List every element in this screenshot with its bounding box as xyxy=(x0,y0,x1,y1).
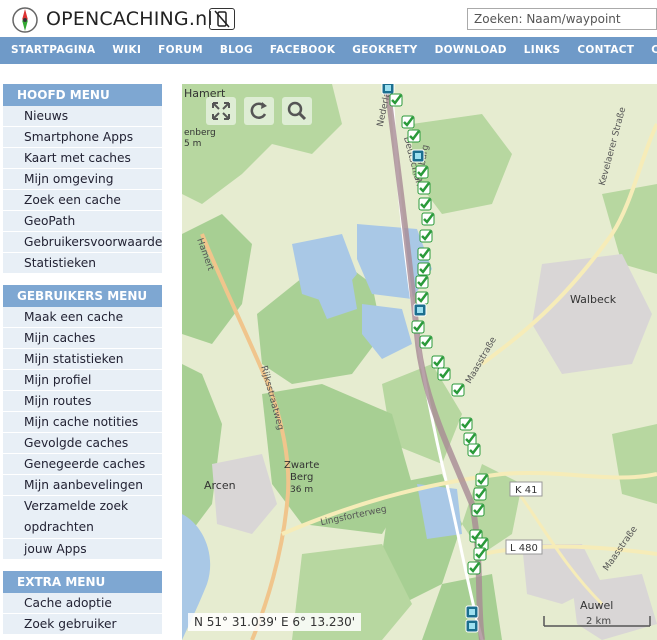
cache-marker-box[interactable] xyxy=(411,149,425,163)
cache-marker-found[interactable] xyxy=(419,335,433,349)
map-canvas[interactable]: Hamert enberg 5 m Nederland Deutschland … xyxy=(182,84,657,640)
cache-marker-found[interactable] xyxy=(473,547,487,561)
menu-item-zoek-gebruiker[interactable]: Zoek gebruiker xyxy=(3,614,162,635)
menu-item-zoek-cache[interactable]: Zoek een cache xyxy=(3,190,162,211)
cache-marker-found[interactable] xyxy=(389,93,403,107)
fullscreen-icon xyxy=(212,102,230,120)
scale-label: 2 km xyxy=(586,616,611,627)
extra-menu-title: EXTRA MENU xyxy=(3,571,162,593)
nav-wiki[interactable]: WIKI xyxy=(112,37,141,64)
map-label-berg-m: 5 m xyxy=(184,139,201,149)
opencaching-logo-icon[interactable] xyxy=(10,5,40,35)
map-label-zwarte-m: 36 m xyxy=(290,485,313,495)
menu-item-zoekopdrachten[interactable]: Verzamelde zoek opdrachten xyxy=(3,496,162,539)
cache-marker-found[interactable] xyxy=(415,291,429,305)
menu-item-nieuws[interactable]: Nieuws xyxy=(3,106,162,127)
fullscreen-button[interactable] xyxy=(206,97,236,125)
cache-map[interactable]: Hamert enberg 5 m Nederland Deutschland … xyxy=(182,84,657,640)
menu-item-mijn-profiel[interactable]: Mijn profiel xyxy=(3,370,162,391)
menu-item-apps[interactable]: jouw Apps xyxy=(3,539,162,560)
cache-marker-found[interactable] xyxy=(417,247,431,261)
menu-item-gevolgde-caches[interactable]: Gevolgde caches xyxy=(3,433,162,454)
nav-download[interactable]: DOWNLOAD xyxy=(435,37,507,64)
cache-marker-found[interactable] xyxy=(419,229,433,243)
map-label-arcen: Arcen xyxy=(204,479,236,492)
nav-geokrety[interactable]: GEOKRETY xyxy=(352,37,417,64)
menu-item-kaart[interactable]: Kaart met caches xyxy=(3,148,162,169)
cache-marker-box[interactable] xyxy=(413,303,427,317)
site-title[interactable]: OPENCACHING.nl xyxy=(46,8,213,30)
menu-item-genegeerde-caches[interactable]: Genegeerde caches xyxy=(3,454,162,475)
coordinate-readout: N 51° 31.039' E 6° 13.230' xyxy=(188,613,362,631)
sidebar: HOOFD MENU Nieuws Smartphone Apps Kaart … xyxy=(3,84,162,635)
map-label-l480: L 480 xyxy=(510,543,538,554)
cache-marker-found[interactable] xyxy=(407,129,421,143)
cache-marker-found[interactable] xyxy=(401,115,415,129)
cache-marker-found[interactable] xyxy=(467,443,481,457)
cache-marker-found[interactable] xyxy=(459,417,473,431)
menu-item-cache-notities[interactable]: Mijn cache notities xyxy=(3,412,162,433)
menu-item-mijn-caches[interactable]: Mijn caches xyxy=(3,328,162,349)
cache-marker-found[interactable] xyxy=(473,487,487,501)
cache-marker-box[interactable] xyxy=(465,619,479,633)
cache-marker-found[interactable] xyxy=(421,212,435,226)
hoofd-menu-title: HOOFD MENU xyxy=(3,84,162,106)
cache-marker-found[interactable] xyxy=(417,262,431,276)
cache-marker-found[interactable] xyxy=(437,367,451,381)
menu-item-aanbevelingen[interactable]: Mijn aanbevelingen xyxy=(3,475,162,496)
cache-marker-found[interactable] xyxy=(451,383,465,397)
nav-contact[interactable]: CONTACT xyxy=(577,37,634,64)
cache-marker-box[interactable] xyxy=(465,605,479,619)
site-header: OPENCACHING.nl xyxy=(0,0,657,38)
map-label-berg2: Berg xyxy=(290,472,313,483)
cache-marker-found[interactable] xyxy=(431,355,445,369)
map-label-zwarte: Zwarte xyxy=(284,460,319,471)
refresh-icon xyxy=(250,102,267,119)
cache-marker-found[interactable] xyxy=(415,275,429,289)
scale-bar: 2 km xyxy=(543,616,651,627)
search-map-button[interactable] xyxy=(282,97,312,125)
cache-marker-found[interactable] xyxy=(415,165,429,179)
nav-cache[interactable]: CA xyxy=(651,37,657,64)
map-label-walbeck: Walbeck xyxy=(570,293,617,306)
search-input[interactable] xyxy=(467,8,657,30)
nav-startpagina[interactable]: STARTPAGINA xyxy=(11,37,95,64)
menu-item-voorwaarden[interactable]: Gebruikersvoorwaarden xyxy=(3,232,162,253)
nav-facebook[interactable]: FACEBOOK xyxy=(270,37,335,64)
cache-marker-found[interactable] xyxy=(463,432,477,446)
map-label-auwel: Auwel xyxy=(580,599,613,612)
cache-marker-found[interactable] xyxy=(411,320,425,334)
menu-item-smartphone-apps[interactable]: Smartphone Apps xyxy=(3,127,162,148)
map-label-berg: enberg xyxy=(184,128,216,138)
refresh-button[interactable] xyxy=(244,97,274,125)
menu-item-geopath[interactable]: GeoPath xyxy=(3,211,162,232)
cache-marker-found[interactable] xyxy=(467,561,481,575)
menu-item-mijn-statistieken[interactable]: Mijn statistieken xyxy=(3,349,162,370)
search-icon xyxy=(287,101,307,121)
nav-forum[interactable]: FORUM xyxy=(158,37,203,64)
cache-marker-box[interactable] xyxy=(381,84,395,95)
nav-blog[interactable]: BLOG xyxy=(220,37,253,64)
cache-marker-found[interactable] xyxy=(471,503,485,517)
mobile-off-icon[interactable] xyxy=(209,8,235,30)
cache-marker-found[interactable] xyxy=(417,181,431,195)
menu-item-omgeving[interactable]: Mijn omgeving xyxy=(3,169,162,190)
map-label-k41: K 41 xyxy=(515,485,537,496)
menu-item-mijn-routes[interactable]: Mijn routes xyxy=(3,391,162,412)
cache-marker-found[interactable] xyxy=(418,197,432,211)
cache-marker-found[interactable] xyxy=(475,473,489,487)
nav-links[interactable]: LINKS xyxy=(524,37,561,64)
gebruikers-menu-title: GEBRUIKERS MENU xyxy=(3,285,162,307)
menu-item-statistieken[interactable]: Statistieken xyxy=(3,253,162,274)
menu-item-maak-cache[interactable]: Maak een cache xyxy=(3,307,162,328)
main-navbar: STARTPAGINA WIKI FORUM BLOG FACEBOOK GEOKRETY… xyxy=(0,37,657,64)
menu-item-cache-adoptie[interactable]: Cache adoptie xyxy=(3,593,162,614)
